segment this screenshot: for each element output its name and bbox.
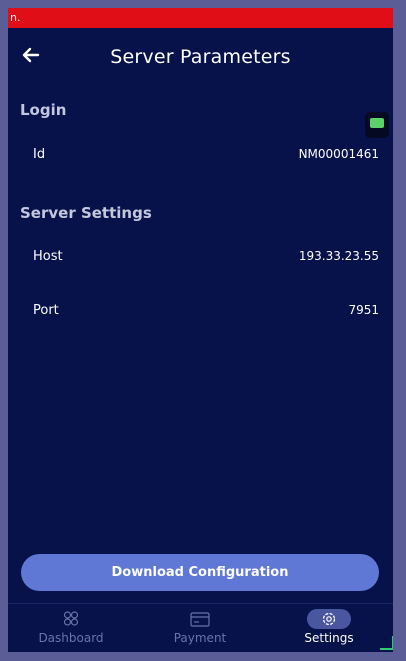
grid-icon — [49, 609, 93, 629]
monitor-icon — [370, 118, 384, 128]
corner-mark — [380, 636, 393, 650]
row-port[interactable]: Port 7951 — [8, 297, 393, 327]
port-value: 7951 — [348, 303, 379, 317]
notification-banner: n. — [8, 8, 393, 28]
row-id: Id NM00001461 — [8, 141, 393, 171]
nav-label-settings: Settings — [304, 631, 354, 645]
row-host[interactable]: Host 193.33.23.55 — [8, 243, 393, 273]
app-frame: n. Server Parameters Login Id NM00001461… — [8, 8, 393, 652]
nav-item-settings[interactable]: Settings — [269, 604, 389, 652]
id-value: NM00001461 — [298, 147, 379, 161]
host-label: Host — [33, 249, 63, 264]
app-header: Server Parameters — [8, 28, 393, 88]
banner-text: n. — [10, 11, 21, 24]
status-indicator[interactable] — [365, 112, 389, 138]
download-configuration-button[interactable]: Download Configuration — [21, 554, 379, 591]
nav-item-dashboard[interactable]: Dashboard — [11, 604, 131, 652]
port-label: Port — [33, 303, 59, 318]
card-icon — [178, 609, 222, 629]
nav-item-payment[interactable]: Payment — [140, 604, 260, 652]
gear-icon — [307, 609, 351, 629]
nav-label-payment: Payment — [173, 631, 227, 645]
page-title: Server Parameters — [110, 46, 291, 68]
id-label: Id — [33, 147, 46, 162]
nav-label-dashboard: Dashboard — [38, 631, 104, 645]
bottom-navigation: Dashboard Payment Settings — [8, 603, 393, 652]
host-value: 193.33.23.55 — [298, 249, 379, 263]
section-title-server-settings: Server Settings — [20, 204, 152, 222]
section-title-login: Login — [20, 101, 67, 119]
